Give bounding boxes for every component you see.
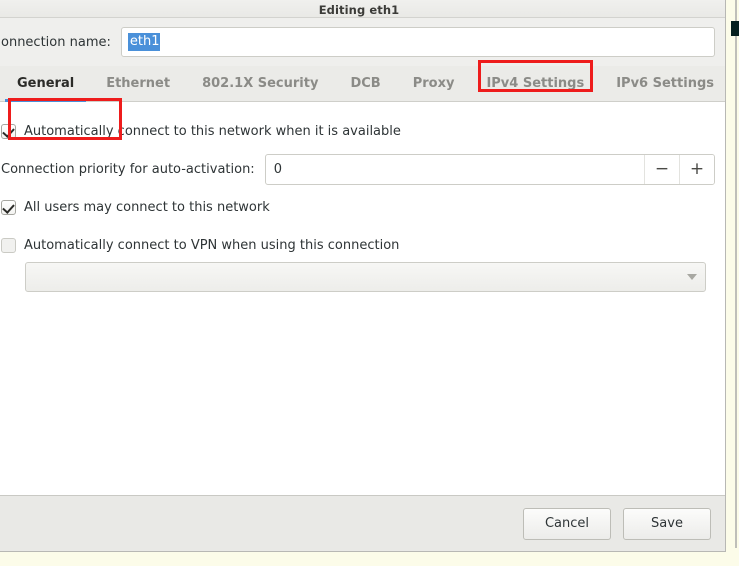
connection-priority-row: Connection priority for auto-activation:… (1, 153, 715, 185)
auto-vpn-row[interactable]: Automatically connect to VPN when using … (1, 235, 715, 255)
tab-ethernet-label: Ethernet (106, 76, 171, 91)
tab-ipv4-settings[interactable]: IPv4 Settings (470, 66, 600, 101)
tab-dcb[interactable]: DCB (334, 66, 396, 101)
all-users-checkbox[interactable] (1, 199, 16, 215)
dialog-titlebar: Editing eth1 (0, 0, 725, 18)
tab-ipv6-settings[interactable]: IPv6 Settings (600, 66, 730, 101)
connection-priority-label: Connection priority for auto-activation: (1, 161, 255, 177)
minus-icon[interactable]: − (644, 154, 679, 184)
vpn-combo-row (25, 262, 715, 292)
cancel-button-label: Cancel (544, 516, 590, 531)
tab-ethernet[interactable]: Ethernet (90, 66, 186, 101)
tab-general[interactable]: General (1, 66, 90, 102)
tab-8021x-security-label: 802.1X Security (202, 76, 319, 91)
all-users-label: All users may connect to this network (24, 199, 270, 215)
screen-root: Editing eth1 onnection name: eth1 Genera… (0, 0, 739, 566)
auto-connect-checkbox[interactable] (1, 123, 16, 139)
auto-connect-row[interactable]: Automatically connect to this network wh… (1, 120, 715, 142)
all-users-row[interactable]: All users may connect to this network (1, 197, 715, 217)
window-right-edge (735, 0, 737, 548)
connection-name-value: eth1 (127, 33, 161, 51)
cancel-button[interactable]: Cancel (523, 507, 611, 540)
auto-vpn-label: Automatically connect to VPN when using … (24, 237, 400, 253)
tab-ipv4-settings-label: IPv4 Settings (486, 76, 585, 91)
window-edge-artifact (731, 21, 739, 36)
settings-tabbar: General Ethernet 802.1X Security DCB Pro… (0, 66, 725, 102)
auto-vpn-checkbox[interactable] (1, 237, 16, 253)
chevron-down-icon (687, 274, 697, 280)
tab-8021x-security[interactable]: 802.1X Security (186, 66, 334, 101)
auto-connect-label: Automatically connect to this network wh… (24, 123, 401, 139)
connection-name-label: onnection name: (1, 34, 111, 50)
dialog-action-bar: Cancel Save (0, 495, 725, 551)
save-button-label: Save (651, 516, 683, 531)
general-tab-page: Automatically connect to this network wh… (0, 102, 725, 495)
connection-priority-stepper[interactable]: 0 − + (264, 153, 715, 185)
connection-priority-value[interactable]: 0 (266, 155, 644, 184)
dialog-title: Editing eth1 (318, 3, 400, 17)
editing-connection-dialog: Editing eth1 onnection name: eth1 Genera… (0, 0, 726, 552)
tab-proxy[interactable]: Proxy (397, 66, 471, 101)
tab-ipv6-settings-label: IPv6 Settings (616, 76, 714, 91)
connection-name-input[interactable]: eth1 (120, 27, 715, 57)
tab-dcb-label: DCB (350, 76, 381, 91)
vpn-connection-dropdown[interactable] (25, 262, 706, 292)
tab-proxy-label: Proxy (412, 76, 455, 91)
plus-icon[interactable]: + (679, 154, 714, 184)
tab-general-label: General (17, 76, 75, 91)
connection-name-row: onnection name: eth1 (0, 18, 725, 66)
save-button[interactable]: Save (623, 507, 711, 540)
